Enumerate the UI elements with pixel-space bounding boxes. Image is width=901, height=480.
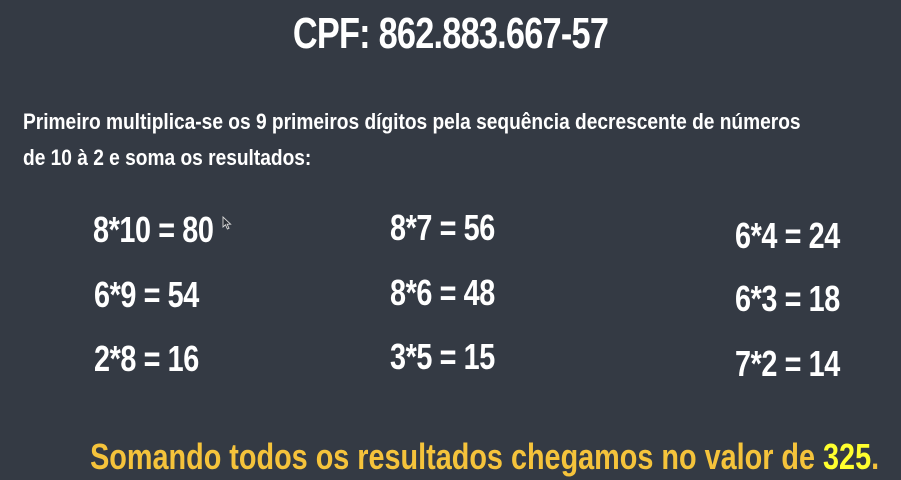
equation-4: 8*7 = 56 bbox=[390, 207, 495, 248]
mouse-pointer-icon bbox=[222, 216, 232, 230]
summary-total: 325 bbox=[823, 436, 872, 477]
equation-7: 6*4 = 24 bbox=[735, 215, 840, 256]
equation-8: 6*3 = 18 bbox=[735, 278, 840, 319]
equation-1: 8*10 = 80 bbox=[93, 209, 214, 250]
summary-prefix: Somando todos os resultados chegamos no … bbox=[90, 436, 824, 477]
equation-2: 6*9 = 54 bbox=[94, 274, 199, 315]
equation-9: 7*2 = 14 bbox=[735, 343, 840, 384]
summary-text: Somando todos os resultados chegamos no … bbox=[90, 434, 879, 480]
page-title: CPF: 862.883.667-57 bbox=[292, 9, 609, 58]
equation-6: 3*5 = 15 bbox=[390, 336, 495, 377]
intro-text: Primeiro multiplica-se os 9 primeiros dí… bbox=[23, 109, 801, 170]
summary-suffix: . bbox=[871, 436, 880, 477]
equation-3: 2*8 = 16 bbox=[94, 338, 199, 379]
slide: CPF: 862.883.667-57 Primeiro multiplica-… bbox=[0, 0, 901, 479]
equation-5: 8*6 = 48 bbox=[390, 272, 495, 313]
